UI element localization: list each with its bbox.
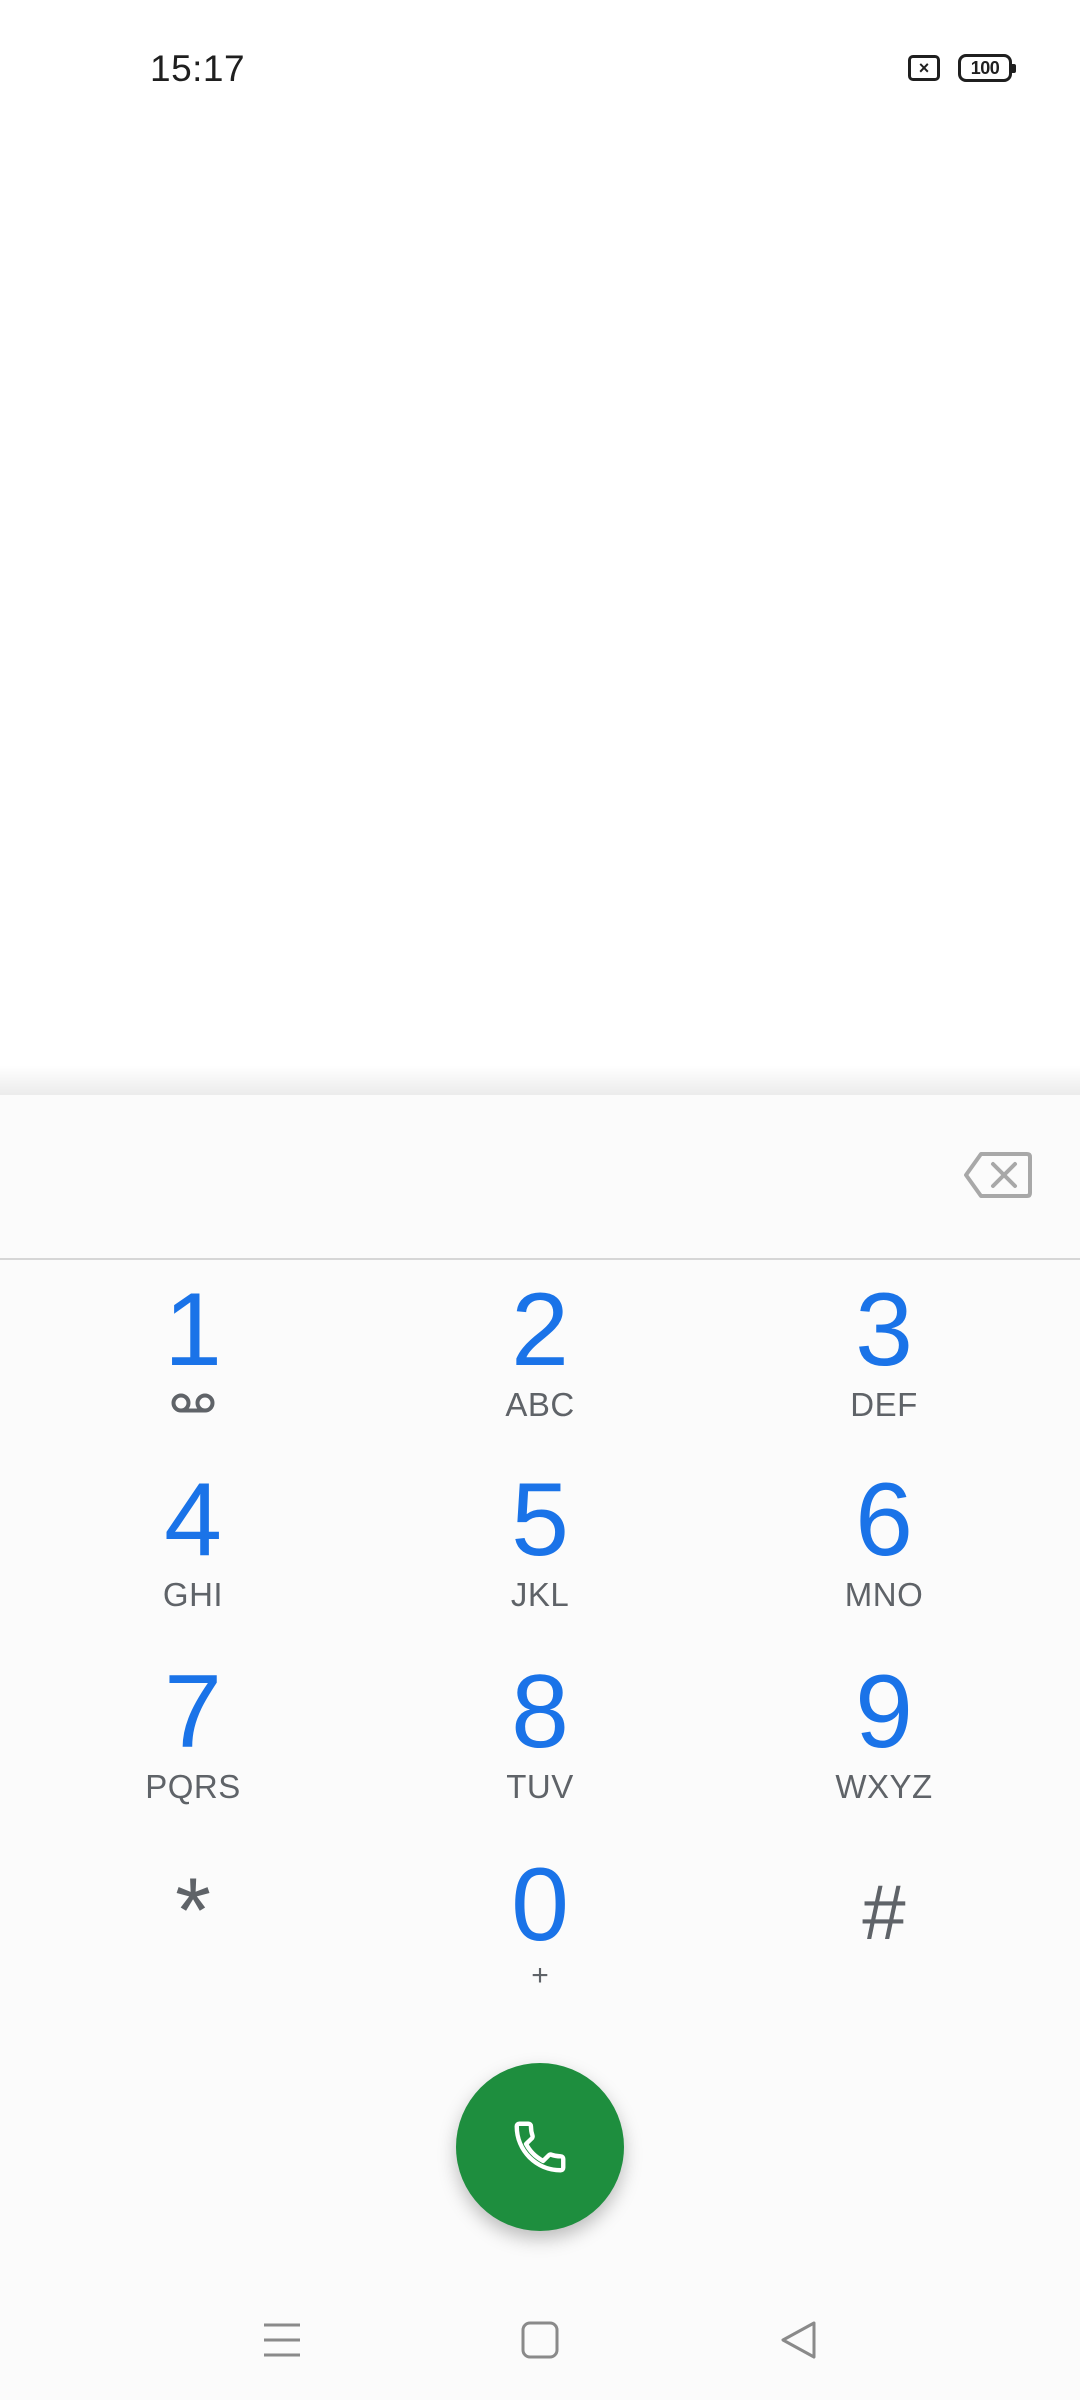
- digits-row: [0, 1095, 1080, 1260]
- menu-icon: [264, 2323, 300, 2357]
- key-letters: JKL: [510, 1576, 570, 1613]
- key-1[interactable]: 1: [43, 1260, 343, 1440]
- backspace-icon: [964, 1152, 1032, 1198]
- voicemail-icon: [171, 1393, 215, 1413]
- status-bar: 15:17 × 100: [0, 0, 1080, 140]
- key-hash[interactable]: #: [734, 1835, 1034, 2015]
- key-letters: WXYZ: [835, 1768, 933, 1805]
- back-icon: [781, 2321, 816, 2359]
- key-digit: *: [175, 1860, 211, 1962]
- key-4[interactable]: 4 GHI: [43, 1450, 343, 1630]
- key-5[interactable]: 5 JKL: [390, 1450, 690, 1630]
- key-letters: PQRS: [145, 1768, 241, 1805]
- key-digit: 1: [164, 1272, 222, 1388]
- no-sim-icon: ×: [908, 55, 940, 81]
- backspace-button[interactable]: [962, 1148, 1034, 1202]
- status-time: 15:17: [150, 48, 246, 89]
- key-digit: 3: [855, 1272, 913, 1388]
- home-icon: [521, 2321, 559, 2359]
- back-button[interactable]: [758, 2300, 838, 2380]
- recents-button[interactable]: [242, 2300, 322, 2380]
- key-letters: +: [531, 1959, 549, 1992]
- key-digit: 4: [164, 1462, 222, 1578]
- key-digit: 6: [855, 1462, 913, 1578]
- home-button[interactable]: [500, 2300, 580, 2380]
- dialpad-shadow: [0, 1065, 1080, 1095]
- status-icons: × 100: [908, 54, 1016, 82]
- key-digit: 0: [511, 1847, 569, 1963]
- key-6[interactable]: 6 MNO: [734, 1450, 1034, 1630]
- key-letters: DEF: [850, 1386, 918, 1423]
- key-digit: 5: [511, 1462, 569, 1578]
- key-digit: 8: [511, 1654, 569, 1770]
- battery-level: 100: [970, 57, 1000, 78]
- key-star[interactable]: *: [43, 1835, 343, 2015]
- key-digit: 2: [511, 1272, 569, 1388]
- key-letters: MNO: [844, 1576, 924, 1613]
- key-letters: GHI: [162, 1576, 224, 1613]
- key-digit: 7: [164, 1654, 222, 1770]
- key-8[interactable]: 8 TUV: [390, 1642, 690, 1822]
- key-digit: #: [862, 1868, 906, 1956]
- key-letters: TUV: [506, 1768, 574, 1805]
- key-2[interactable]: 2 ABC: [390, 1260, 690, 1440]
- dialer-screen: 15:17 × 100 1 2 ABC 3 DEF 4 GHI 5 JKL 6 …: [0, 0, 1080, 2400]
- battery-icon: 100: [958, 54, 1016, 82]
- call-button[interactable]: [456, 2063, 624, 2231]
- phone-icon: [514, 2121, 566, 2173]
- empty-content-area: [0, 140, 1080, 1070]
- key-7[interactable]: 7 PQRS: [43, 1642, 343, 1822]
- digits-field[interactable]: [40, 1135, 920, 1215]
- navigation-bar: [0, 2270, 1080, 2400]
- key-digit: 9: [855, 1654, 913, 1770]
- key-3[interactable]: 3 DEF: [734, 1260, 1034, 1440]
- key-0[interactable]: 0 +: [390, 1835, 690, 2015]
- key-9[interactable]: 9 WXYZ: [734, 1642, 1034, 1822]
- key-letters: ABC: [505, 1386, 575, 1423]
